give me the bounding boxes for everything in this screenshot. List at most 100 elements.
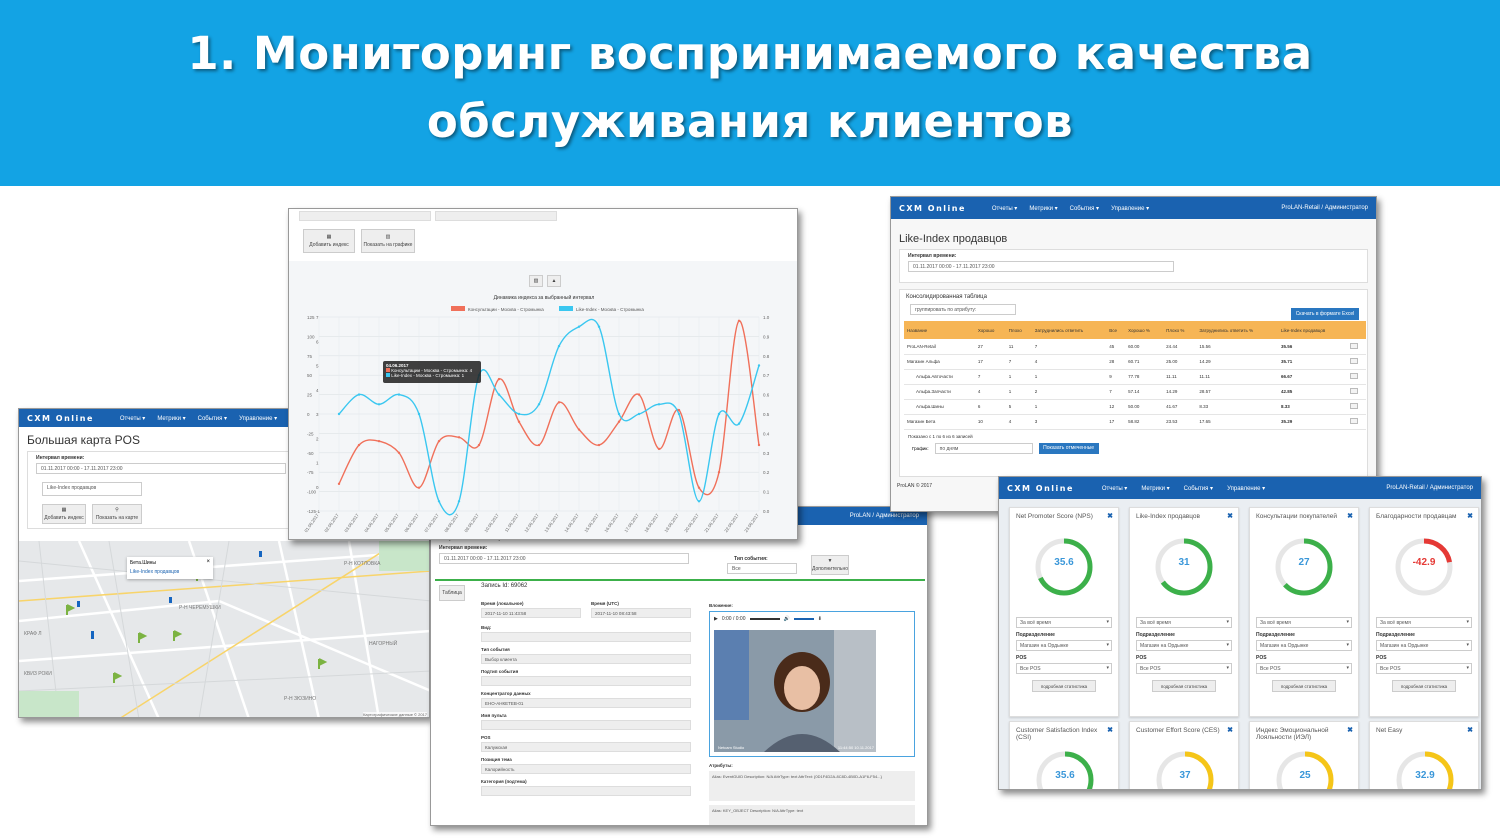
chart-type-area-button[interactable]: ▲	[547, 275, 561, 287]
table-button[interactable]: Таблица	[439, 585, 465, 601]
nav-events[interactable]: События ▾	[1184, 485, 1213, 492]
close-icon[interactable]: ✖	[1227, 512, 1233, 520]
interval-input[interactable]: 01.11.2017 00:00 - 17.11.2017 23:00	[908, 261, 1174, 272]
period-select[interactable]: За всё время	[1136, 617, 1232, 628]
details-button[interactable]: подробная статистика	[1272, 680, 1336, 692]
details-button[interactable]: подробная статистика	[1032, 680, 1096, 692]
excel-download-button[interactable]: Скачать в формате Excel	[1291, 308, 1359, 320]
pos-select[interactable]: Все POS	[1256, 663, 1352, 674]
table-row[interactable]: Альфа.Шины 6 5 1 12 50.00 41.67 8.33 8.33	[904, 399, 1366, 414]
chart-checkbox[interactable]	[1349, 342, 1358, 349]
table-row[interactable]: Магазин Бета 10 4 3 17 58.82 23.53 17.65 35.29	[904, 414, 1366, 429]
utc-time-field[interactable]: 2017-11-10 08:43:58	[591, 608, 691, 618]
popup-link[interactable]: Like-Index продавцов	[130, 569, 210, 575]
table-cell: 14.29	[1199, 359, 1211, 364]
show-on-chart-button[interactable]: ▥ Показать на графике	[361, 229, 415, 253]
period-select[interactable]: За всё время	[1376, 617, 1472, 628]
add-index-button[interactable]: ▦ Добавить индекс	[303, 229, 355, 253]
column-header[interactable]: Плохо	[1006, 321, 1032, 339]
local-time-field[interactable]: 2017-11-10 11:43:58	[481, 608, 581, 618]
column-header[interactable]: Плохо %	[1163, 321, 1196, 339]
hub-field[interactable]: ЕНО-АНКЕТЕВ-01	[481, 698, 691, 708]
chart-checkbox[interactable]	[1349, 403, 1358, 409]
nav-management[interactable]: Управление ▾	[239, 415, 277, 422]
chart-checkbox[interactable]	[1349, 418, 1358, 424]
filter-icon: ▼	[827, 558, 833, 564]
column-header[interactable]: Затруднились ответить	[1032, 321, 1106, 339]
topic-field[interactable]: Калорийность	[481, 764, 691, 774]
details-button[interactable]: подробная статистика	[1152, 680, 1216, 692]
column-header[interactable]: Хорошо	[975, 321, 1006, 339]
nav-management[interactable]: Управление ▾	[1111, 205, 1149, 212]
nav-events[interactable]: События ▾	[198, 415, 227, 422]
period-select[interactable]: За всё время	[1016, 617, 1112, 628]
column-header[interactable]: Like-Index продавцов	[1278, 321, 1347, 339]
close-icon[interactable]: ✖	[1347, 726, 1353, 734]
graph-select[interactable]: по дням	[934, 442, 1033, 454]
close-icon[interactable]: ×	[206, 559, 210, 565]
department-select[interactable]: Магазин на Ордынке	[1256, 640, 1352, 651]
data-point	[517, 420, 521, 423]
close-icon[interactable]: ✖	[1107, 512, 1113, 520]
download-icon[interactable]: ⬇	[818, 616, 822, 622]
close-icon[interactable]: ✖	[1347, 512, 1353, 520]
event-type-field[interactable]: Выбор клиента	[481, 654, 691, 664]
table-row[interactable]: Альфа.Запчасти 4 1 2 7 57.14 14.29 28.57 42.85	[904, 384, 1366, 399]
interval-input[interactable]: 01.11.2017 00:00 - 17.11.2017 23:00	[36, 463, 286, 474]
seek-bar[interactable]	[749, 618, 780, 620]
pos-select[interactable]: Все POS	[1376, 663, 1472, 674]
period-select[interactable]: За всё время	[1256, 617, 1352, 628]
graph-label: График:	[912, 445, 929, 451]
filter-button[interactable]: ▼ Дополнительно	[811, 555, 849, 575]
show-selected-button[interactable]: Показать отмеченные	[1038, 442, 1099, 454]
nav-management[interactable]: Управление ▾	[1227, 485, 1265, 492]
nav-reports[interactable]: Отчеты ▾	[120, 415, 145, 422]
kind-select[interactable]	[481, 632, 691, 642]
pos-select[interactable]: Все POS	[1136, 663, 1232, 674]
x-tick-label: 16.06.2017	[603, 512, 620, 533]
category-field[interactable]	[481, 786, 691, 796]
nav-metrics[interactable]: Метрики ▾	[157, 415, 185, 422]
table-row[interactable]: Магазин Альфа 17 7 4 28 60.71 25.00 14.29 35.71	[904, 354, 1366, 369]
department-select[interactable]: Магазин на Ордынке	[1376, 640, 1472, 651]
pos-select[interactable]: Все POS	[1016, 663, 1112, 674]
nav-events[interactable]: События ▾	[1070, 205, 1099, 212]
x-tick-label: 02.06.2017	[323, 512, 340, 533]
table-row[interactable]: Альфа.Авточасти 7 1 1 9 77.78 11.11 11.11 66.67	[904, 369, 1366, 384]
event-type-select[interactable]: Все	[727, 563, 797, 574]
nav-reports[interactable]: Отчеты ▾	[1102, 485, 1127, 492]
column-header[interactable]: Затруднились ответить %	[1196, 321, 1278, 339]
column-header[interactable]: Название	[904, 321, 975, 339]
volume-icon[interactable]: 🔊	[784, 616, 790, 622]
table-row[interactable]: ProLAN-Retail 27 11 7 45 60.00 24.44 15.56 35.56	[904, 339, 1366, 354]
nav-metrics[interactable]: Метрики ▾	[1029, 205, 1057, 212]
volume-slider[interactable]	[793, 618, 814, 620]
chart-type-line-button[interactable]: ▨	[529, 275, 543, 287]
map-view[interactable]: Бета.Шины Like-Index продавцов × Р-Н КОТ…	[19, 540, 429, 717]
event-subtype-field[interactable]	[481, 676, 691, 686]
column-header[interactable]: Все	[1106, 321, 1125, 339]
details-button[interactable]: подробная статистика	[1392, 680, 1456, 692]
chart-checkbox[interactable]	[1349, 388, 1358, 394]
y-tick-label: -25	[307, 431, 314, 436]
nav-reports[interactable]: Отчеты ▾	[992, 205, 1017, 212]
interval-input[interactable]: 01.11.2017 00:00 - 17.11.2017 23:00	[439, 553, 689, 564]
pos-field[interactable]: Калужская	[481, 742, 691, 752]
nav-metrics[interactable]: Метрики ▾	[1141, 485, 1169, 492]
department-select[interactable]: Магазин на Ордынке	[1016, 640, 1112, 651]
chart-checkbox[interactable]	[1349, 358, 1358, 364]
close-icon[interactable]: ✖	[1467, 512, 1473, 520]
chart-checkbox[interactable]	[1349, 373, 1358, 379]
show-on-map-button[interactable]: ⚲ Показать на карте	[92, 504, 142, 524]
close-icon[interactable]: ✖	[1227, 726, 1233, 734]
play-icon[interactable]: ▶	[714, 616, 718, 622]
group-select[interactable]: группировать по атрибуту:	[910, 304, 1016, 315]
close-icon[interactable]: ✖	[1107, 726, 1113, 734]
close-icon[interactable]: ✖	[1467, 726, 1473, 734]
add-index-button[interactable]: ▦ Добавить индекс	[42, 504, 86, 524]
index-select[interactable]: Like-Index продавцов	[42, 482, 142, 496]
remote-name-field[interactable]	[481, 720, 691, 730]
video-player[interactable]: ▶ 0:00 / 0:00 🔊 ⬇ Netcam Studio 11:44:50 …	[709, 611, 915, 757]
column-header[interactable]: Хорошо %	[1125, 321, 1163, 339]
department-select[interactable]: Магазин на Ордынке	[1136, 640, 1232, 651]
